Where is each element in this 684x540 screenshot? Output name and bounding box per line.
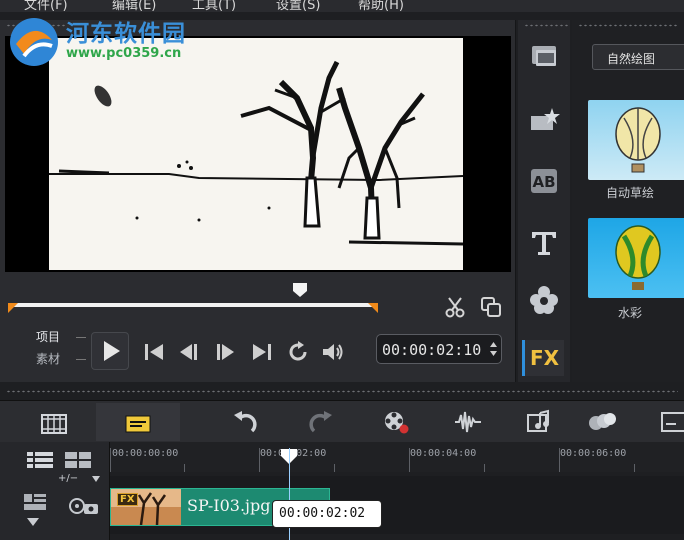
player-panel: 项目 素材 00:00:02:10 — [0, 20, 516, 382]
scrub-handle[interactable] — [292, 282, 308, 298]
menu-settings[interactable]: 设置(S) — [276, 0, 320, 12]
mode-divider — [76, 337, 86, 338]
redo-icon[interactable] — [306, 409, 334, 435]
balloon-image — [615, 225, 661, 290]
undo-icon[interactable] — [232, 409, 260, 435]
chevron-down-icon[interactable] — [27, 518, 39, 526]
storyboard-view-button[interactable] — [12, 403, 96, 441]
effect-thumbnail-watercolor[interactable] — [588, 218, 684, 298]
subtitle-editor-icon[interactable] — [660, 409, 684, 435]
filmstrip-icon — [41, 414, 67, 434]
copy-icon[interactable] — [480, 296, 502, 318]
previous-frame-icon[interactable] — [176, 340, 200, 364]
menu-tools[interactable]: 工具(T) — [192, 0, 236, 12]
chevron-down-icon[interactable] — [92, 476, 100, 482]
timeline-view-button[interactable] — [96, 403, 180, 441]
track-header: +/− — [0, 442, 110, 540]
timeline-ruler[interactable]: 00:00:00:00 00:00:02:00 00:00:04:00 00:0… — [110, 442, 684, 472]
watermark-title: 河东软件园 — [66, 21, 186, 47]
track-manager-icon[interactable] — [64, 450, 92, 470]
timecode-value: 00:00:02:10 — [382, 341, 482, 359]
preview-area — [5, 36, 511, 272]
preview-frame — [49, 38, 464, 270]
menu-help[interactable]: 帮助(H) — [358, 0, 404, 12]
media-icon[interactable] — [528, 42, 560, 72]
filter-fx-button[interactable]: FX — [522, 340, 564, 376]
panel-grip — [524, 24, 568, 27]
menu-file[interactable]: 文件(F) — [24, 0, 68, 12]
play-icon — [104, 341, 120, 361]
clip-fx-badge: FX — [117, 493, 138, 506]
video-track-icon[interactable] — [68, 496, 100, 520]
show-all-tracks-icon[interactable] — [26, 450, 54, 470]
track-add-remove[interactable]: +/− — [58, 473, 78, 484]
watermark-logo — [10, 18, 58, 66]
scrub-bar[interactable] — [8, 283, 378, 314]
sound-mixer-icon[interactable] — [454, 409, 482, 435]
ruler-label: 00:00:06:00 — [560, 448, 627, 459]
motion-tracking-icon[interactable] — [588, 409, 616, 435]
gallery-category-select[interactable]: 自然绘图 — [592, 44, 684, 70]
record-capture-icon[interactable] — [382, 409, 410, 435]
mode-clip[interactable]: 素材 — [36, 348, 60, 370]
volume-icon[interactable] — [320, 340, 344, 364]
video-track: FX SP-I03.jpg — [110, 476, 684, 534]
effect-label-auto-sketch: 自动草绘 — [605, 186, 654, 200]
scrub-track — [8, 303, 378, 307]
timeline-toolbar — [0, 400, 684, 442]
balloon-image — [615, 107, 661, 173]
svg-text:AB: AB — [532, 173, 555, 191]
timeline-view-icon — [125, 415, 151, 433]
ruler-label: 00:00:00:00 — [112, 448, 179, 459]
transition-icon[interactable]: AB — [528, 166, 560, 196]
ruler-label: 00:00:04:00 — [410, 448, 477, 459]
mode-project[interactable]: 项目 — [36, 326, 60, 348]
effect-label-watercolor: 水彩 — [617, 306, 642, 320]
timeline-grip — [6, 390, 678, 393]
go-to-end-icon[interactable] — [250, 340, 274, 364]
scissors-icon[interactable] — [444, 296, 466, 318]
library-side-toolbar: AB FX — [518, 20, 570, 382]
next-frame-icon[interactable] — [214, 340, 238, 364]
timecode-tooltip: 00:00:02:02 — [272, 500, 382, 528]
mode-divider — [76, 359, 86, 360]
video-editor-window: 文件(F) 编辑(E) 工具(T) 设置(S) 帮助(H) 项目 素材 00:0… — [0, 0, 684, 540]
graphics-icon[interactable] — [528, 284, 560, 314]
repeat-icon[interactable] — [286, 340, 310, 364]
effects-gallery: 自然绘图 自动草绘 水彩 — [572, 20, 684, 382]
timecode-spinner-icon[interactable] — [490, 341, 497, 357]
effect-thumbnail-auto-sketch[interactable] — [588, 100, 684, 180]
instant-project-icon[interactable] — [528, 106, 560, 136]
track-layout-icon[interactable] — [22, 492, 48, 512]
auto-music-icon[interactable] — [526, 409, 554, 435]
preview-sketch-image — [49, 60, 464, 246]
clip-name: SP-I03.jpg — [187, 496, 271, 515]
go-to-start-icon[interactable] — [142, 340, 166, 364]
trim-start-marker[interactable] — [8, 303, 18, 313]
trim-end-marker[interactable] — [368, 303, 378, 313]
title-icon[interactable] — [528, 228, 560, 258]
play-button[interactable] — [91, 332, 129, 370]
timecode-field[interactable]: 00:00:02:10 — [376, 334, 502, 364]
mode-switch[interactable]: 项目 素材 — [36, 326, 60, 370]
panel-grip — [578, 24, 678, 27]
menu-edit[interactable]: 编辑(E) — [112, 0, 156, 12]
menubar: 文件(F) 编辑(E) 工具(T) 设置(S) 帮助(H) — [0, 0, 684, 12]
watermark-url: www.pc0359.cn — [66, 46, 182, 61]
